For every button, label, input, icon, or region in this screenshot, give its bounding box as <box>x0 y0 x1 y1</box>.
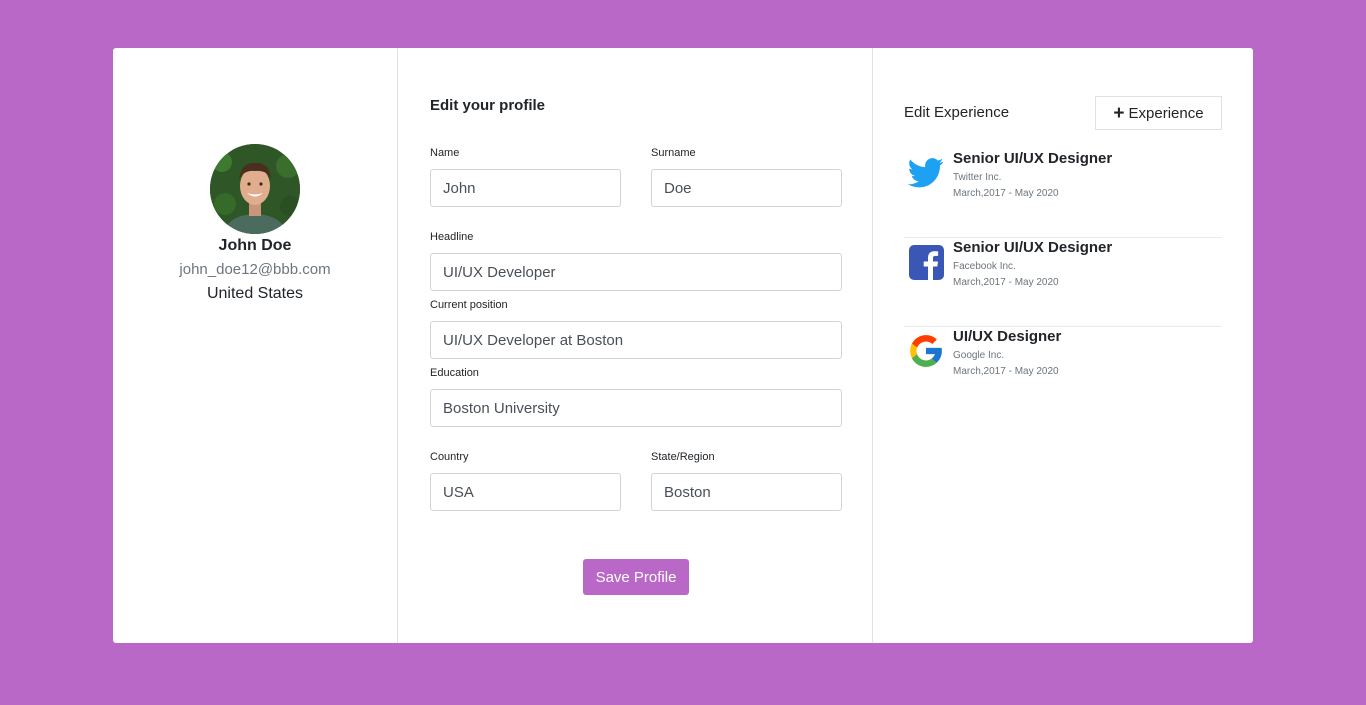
experience-item[interactable]: UI/UX Designer Google Inc. March,2017 - … <box>904 326 1222 415</box>
experience-title: Edit Experience <box>904 104 1010 121</box>
experience-panel: Edit Experience + Experience Senior UI/U… <box>873 48 1253 643</box>
add-experience-label: Experience <box>1128 104 1204 122</box>
experience-company: Google Inc. <box>953 350 1005 361</box>
headline-input[interactable] <box>430 253 842 291</box>
surname-input[interactable] <box>651 169 842 207</box>
experience-role: UI/UX Designer <box>953 328 1062 345</box>
experience-item[interactable]: Senior UI/UX Designer Twitter Inc. March… <box>904 148 1222 238</box>
country-label: Country <box>430 451 469 463</box>
avatar <box>210 144 300 234</box>
country-input[interactable] <box>430 473 621 511</box>
position-label: Current position <box>430 299 508 311</box>
headline-label: Headline <box>430 231 474 243</box>
state-input[interactable] <box>651 473 842 511</box>
experience-role: Senior UI/UX Designer <box>953 150 1113 167</box>
name-label: Name <box>430 147 460 159</box>
twitter-icon <box>907 154 945 192</box>
surname-label: Surname <box>651 147 696 159</box>
experience-dates: March,2017 - May 2020 <box>953 188 1059 199</box>
name-input[interactable] <box>430 169 621 207</box>
experience-role: Senior UI/UX Designer <box>953 239 1113 256</box>
google-icon <box>907 332 945 370</box>
experience-item[interactable]: Senior UI/UX Designer Facebook Inc. Marc… <box>904 237 1222 327</box>
plus-icon: + <box>1113 102 1125 124</box>
experience-company: Facebook Inc. <box>953 261 1016 272</box>
profile-name: John Doe <box>218 237 292 254</box>
form-title: Edit your profile <box>430 97 546 114</box>
experience-dates: March,2017 - May 2020 <box>953 277 1059 288</box>
save-profile-button[interactable]: Save Profile <box>583 559 689 595</box>
edit-profile-form: Edit your profile Name Surname Headline … <box>398 48 873 643</box>
profile-summary: John Doe john_doe12@bbb.com United State… <box>113 48 398 643</box>
profile-email: john_doe12@bbb.com <box>179 261 331 278</box>
state-label: State/Region <box>651 451 715 463</box>
education-input[interactable] <box>430 389 842 427</box>
experience-company: Twitter Inc. <box>953 172 1002 183</box>
profile-country: United States <box>206 285 304 302</box>
facebook-icon <box>907 243 945 281</box>
position-input[interactable] <box>430 321 842 359</box>
experience-dates: March,2017 - May 2020 <box>953 366 1059 377</box>
education-label: Education <box>430 367 479 379</box>
add-experience-button[interactable]: + Experience <box>1095 96 1222 130</box>
profile-card: John Doe john_doe12@bbb.com United State… <box>113 48 1253 643</box>
